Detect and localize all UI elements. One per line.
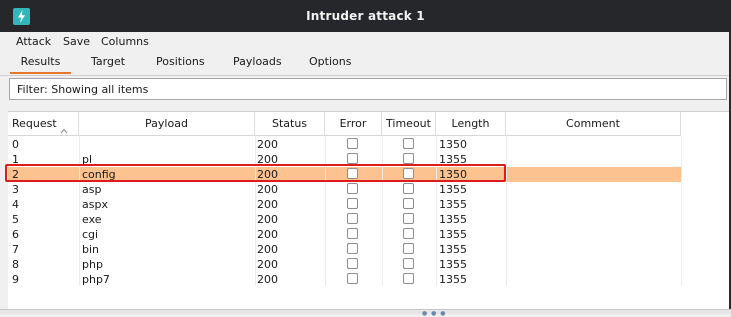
table-row[interactable]: 9 php7 200 1355: [8, 272, 681, 287]
column-rule: [382, 136, 383, 286]
window-title: Intruder attack 1: [306, 9, 425, 23]
column-header-comment[interactable]: Comment: [506, 112, 681, 135]
cell-status: 200: [257, 138, 278, 151]
cell-status: 200: [257, 258, 278, 271]
cell-payload: php7: [82, 273, 110, 286]
column-rule: [681, 136, 682, 286]
cell-length: 1355: [439, 183, 467, 196]
table-row[interactable]: 4 aspx 200 1355: [8, 197, 681, 212]
error-checkbox: [347, 258, 358, 269]
tab-bar: Results Target Positions Payloads Option…: [0, 51, 729, 76]
timeout-checkbox: [403, 273, 414, 284]
cell-payload: asp: [82, 183, 102, 196]
chevron-up-icon: [60, 120, 68, 134]
cell-request: 4: [12, 198, 19, 211]
cell-payload: exe: [82, 213, 102, 226]
cell-request: 8: [12, 258, 19, 271]
tab-positions[interactable]: Positions: [156, 55, 205, 68]
cell-request: 3: [12, 183, 19, 196]
cell-payload: php: [82, 258, 103, 271]
cell-length: 1355: [439, 273, 467, 286]
timeout-checkbox: [403, 258, 414, 269]
cell-request: 0: [12, 138, 19, 151]
column-header-status[interactable]: Status: [255, 112, 325, 135]
cell-status: 200: [257, 273, 278, 286]
cell-request: 6: [12, 228, 19, 241]
cell-status: 200: [257, 183, 278, 196]
table-row[interactable]: 8 php 200 1355: [8, 257, 681, 272]
table-row[interactable]: 6 cgi 200 1355: [8, 227, 681, 242]
results-table: Request Payload Status Error Timeout Len…: [8, 111, 729, 311]
cell-length: 1355: [439, 243, 467, 256]
cell-length: 1355: [439, 228, 467, 241]
tab-results[interactable]: Results: [10, 55, 71, 74]
timeout-checkbox: [403, 183, 414, 194]
filter-text: Filter: Showing all items: [17, 83, 149, 96]
column-rule: [506, 136, 507, 286]
cell-payload: bin: [82, 243, 100, 256]
tab-payloads[interactable]: Payloads: [233, 55, 282, 68]
table-row[interactable]: 5 exe 200 1355: [8, 212, 681, 227]
table-row[interactable]: 0 200 1350: [8, 137, 681, 152]
column-rule: [436, 136, 437, 286]
column-rule: [325, 136, 326, 286]
timeout-checkbox: [403, 138, 414, 149]
menu-save[interactable]: Save: [63, 35, 90, 48]
cell-status: 200: [257, 243, 278, 256]
column-header-payload[interactable]: Payload: [79, 112, 255, 135]
column-header-length[interactable]: Length: [436, 112, 506, 135]
cell-length: 1355: [439, 198, 467, 211]
timeout-checkbox: [403, 243, 414, 254]
table-row[interactable]: 7 bin 200 1355: [8, 242, 681, 257]
column-header-error[interactable]: Error: [325, 112, 382, 135]
table-row[interactable]: 3 asp 200 1355: [8, 182, 681, 197]
cell-request: 5: [12, 213, 19, 226]
error-checkbox: [347, 198, 358, 209]
error-checkbox: [347, 273, 358, 284]
cell-payload: cgi: [82, 228, 99, 241]
menu-attack[interactable]: Attack: [16, 35, 51, 48]
window-titlebar: Intruder attack 1: [0, 0, 731, 32]
timeout-checkbox: [403, 198, 414, 209]
error-checkbox: [347, 243, 358, 254]
column-rule: [79, 136, 80, 286]
cell-request: 9: [12, 273, 19, 286]
timeout-checkbox: [403, 153, 414, 164]
timeout-checkbox: [403, 228, 414, 239]
column-rule: [255, 136, 256, 286]
cell-status: 200: [257, 228, 278, 241]
error-checkbox: [347, 138, 358, 149]
error-checkbox: [347, 183, 358, 194]
bottom-divider: [0, 309, 731, 314]
cell-length: 1350: [439, 138, 467, 151]
cell-length: 1355: [439, 258, 467, 271]
column-header-request-label: Request: [12, 117, 57, 130]
timeout-checkbox: [403, 213, 414, 224]
column-header-timeout[interactable]: Timeout: [382, 112, 436, 135]
resize-grip-icon[interactable]: ● ● ●: [422, 310, 447, 317]
cell-length: 1355: [439, 213, 467, 226]
cell-request: 7: [12, 243, 19, 256]
column-header-request[interactable]: Request: [8, 112, 79, 135]
cell-payload: aspx: [82, 198, 108, 211]
annotation-highlight-box: [5, 164, 506, 182]
cell-status: 200: [257, 198, 278, 211]
filter-bar[interactable]: Filter: Showing all items: [9, 78, 727, 100]
error-checkbox: [347, 153, 358, 164]
tab-options[interactable]: Options: [309, 55, 351, 68]
menu-columns[interactable]: Columns: [101, 35, 149, 48]
menu-bar: Attack Save Columns: [0, 32, 729, 51]
tab-target[interactable]: Target: [91, 55, 125, 68]
cell-status: 200: [257, 213, 278, 226]
error-checkbox: [347, 228, 358, 239]
error-checkbox: [347, 213, 358, 224]
table-header: Request Payload Status Error Timeout Len…: [8, 112, 681, 136]
